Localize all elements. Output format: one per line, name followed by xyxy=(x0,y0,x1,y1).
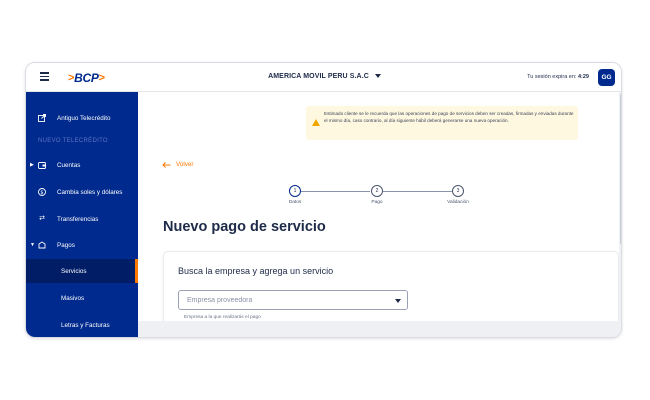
caret-right-icon: ▶ xyxy=(30,162,34,168)
scrollbar-thumb[interactable] xyxy=(619,94,621,244)
sidebar-item-transferencias[interactable]: ⇄ Transferencias xyxy=(26,207,138,231)
back-link[interactable]: Volver xyxy=(162,161,194,168)
step-2: 2 xyxy=(371,185,383,197)
sidebar-item-antiguo-telecredito[interactable]: Antiguo Telecrédito xyxy=(26,106,138,130)
sidebar-item-pagos[interactable]: ▼ Pagos xyxy=(26,233,138,257)
browser-frame: > BCP > AMERICA MOVIL PERU S.A.C Tu sesi… xyxy=(25,62,622,338)
sidebar-item-cuentas[interactable]: ▶ Cuentas xyxy=(26,153,138,177)
sidebar-section-title: NUEVO TELECRÉDITO xyxy=(38,138,108,144)
user-avatar[interactable]: GG xyxy=(598,69,615,86)
payment-icon xyxy=(38,241,46,249)
chevron-down-icon xyxy=(374,74,381,79)
sidebar-subitem-masivos[interactable]: Masivos xyxy=(26,286,138,310)
step-3-label: Validación xyxy=(447,200,469,205)
page-footer-strip xyxy=(138,321,621,337)
chevron-down-icon xyxy=(395,299,401,303)
warning-icon xyxy=(312,119,320,126)
currency-exchange-icon: $ xyxy=(38,188,46,196)
step-1: 1 xyxy=(289,185,301,197)
external-link-icon xyxy=(38,114,46,122)
back-label: Volver xyxy=(176,161,194,168)
session-timer: Tu sesión expira en: 4:29 xyxy=(527,74,589,80)
main-content: Estimado cliente se le recuerda que las … xyxy=(138,92,621,337)
warning-alert: Estimado cliente se le recuerda que las … xyxy=(306,106,578,140)
arrow-left-icon xyxy=(162,161,171,168)
transfer-arrows-icon: ⇄ xyxy=(39,215,45,222)
select-placeholder: Empresa proveedora xyxy=(187,297,253,304)
sidebar-item-cambia-soles[interactable]: $ Cambia soles y dólares xyxy=(26,180,138,204)
stepper-connector xyxy=(383,190,452,192)
card-title: Busca la empresa y agrega un servicio xyxy=(178,266,334,276)
sidebar-item-label: Cambia soles y dólares xyxy=(57,188,123,196)
wallet-icon xyxy=(38,161,46,169)
session-time: 4:29 xyxy=(577,74,589,80)
sidebar-item-label: Transferencias xyxy=(57,215,99,223)
sidebar-item-label: Cuentas xyxy=(57,161,81,169)
svg-text:$: $ xyxy=(40,190,43,196)
sidebar-item-label: Antiguo Telecrédito xyxy=(57,114,111,122)
session-label: Tu sesión expira en: xyxy=(527,74,577,80)
sidebar-subitem-label: Servicios xyxy=(61,267,87,275)
page-title: Nuevo pago de servicio xyxy=(163,219,326,235)
progress-stepper: 1 2 3 Datos Pago Validación xyxy=(288,185,469,209)
sidebar-item-label: Pagos xyxy=(57,241,75,249)
company-name: AMERICA MOVIL PERU S.A.C xyxy=(268,73,369,80)
sidebar-subitem-letras-facturas[interactable]: Letras y Facturas xyxy=(26,313,138,337)
step-2-label: Pago xyxy=(371,200,383,205)
caret-down-icon: ▼ xyxy=(30,242,35,248)
sidebar-subitem-label: Masivos xyxy=(61,294,85,302)
alert-text: Estimado cliente se le recuerda que las … xyxy=(324,111,574,124)
step-1-label: Datos xyxy=(288,200,302,205)
vertical-scrollbar[interactable] xyxy=(619,92,621,337)
step-3: 3 xyxy=(452,185,464,197)
stepper-connector xyxy=(301,190,370,192)
select-helper-text: Empresa a la que realizarás el pago xyxy=(184,315,261,320)
sidebar: Antiguo Telecrédito NUEVO TELECRÉDITO ▶ … xyxy=(26,92,138,337)
company-provider-select[interactable]: Empresa proveedora xyxy=(178,290,408,310)
sidebar-subitem-label: Letras y Facturas xyxy=(61,321,110,329)
sidebar-subitem-servicios[interactable]: Servicios xyxy=(26,259,138,283)
top-header: > BCP > AMERICA MOVIL PERU S.A.C Tu sesi… xyxy=(26,63,621,92)
